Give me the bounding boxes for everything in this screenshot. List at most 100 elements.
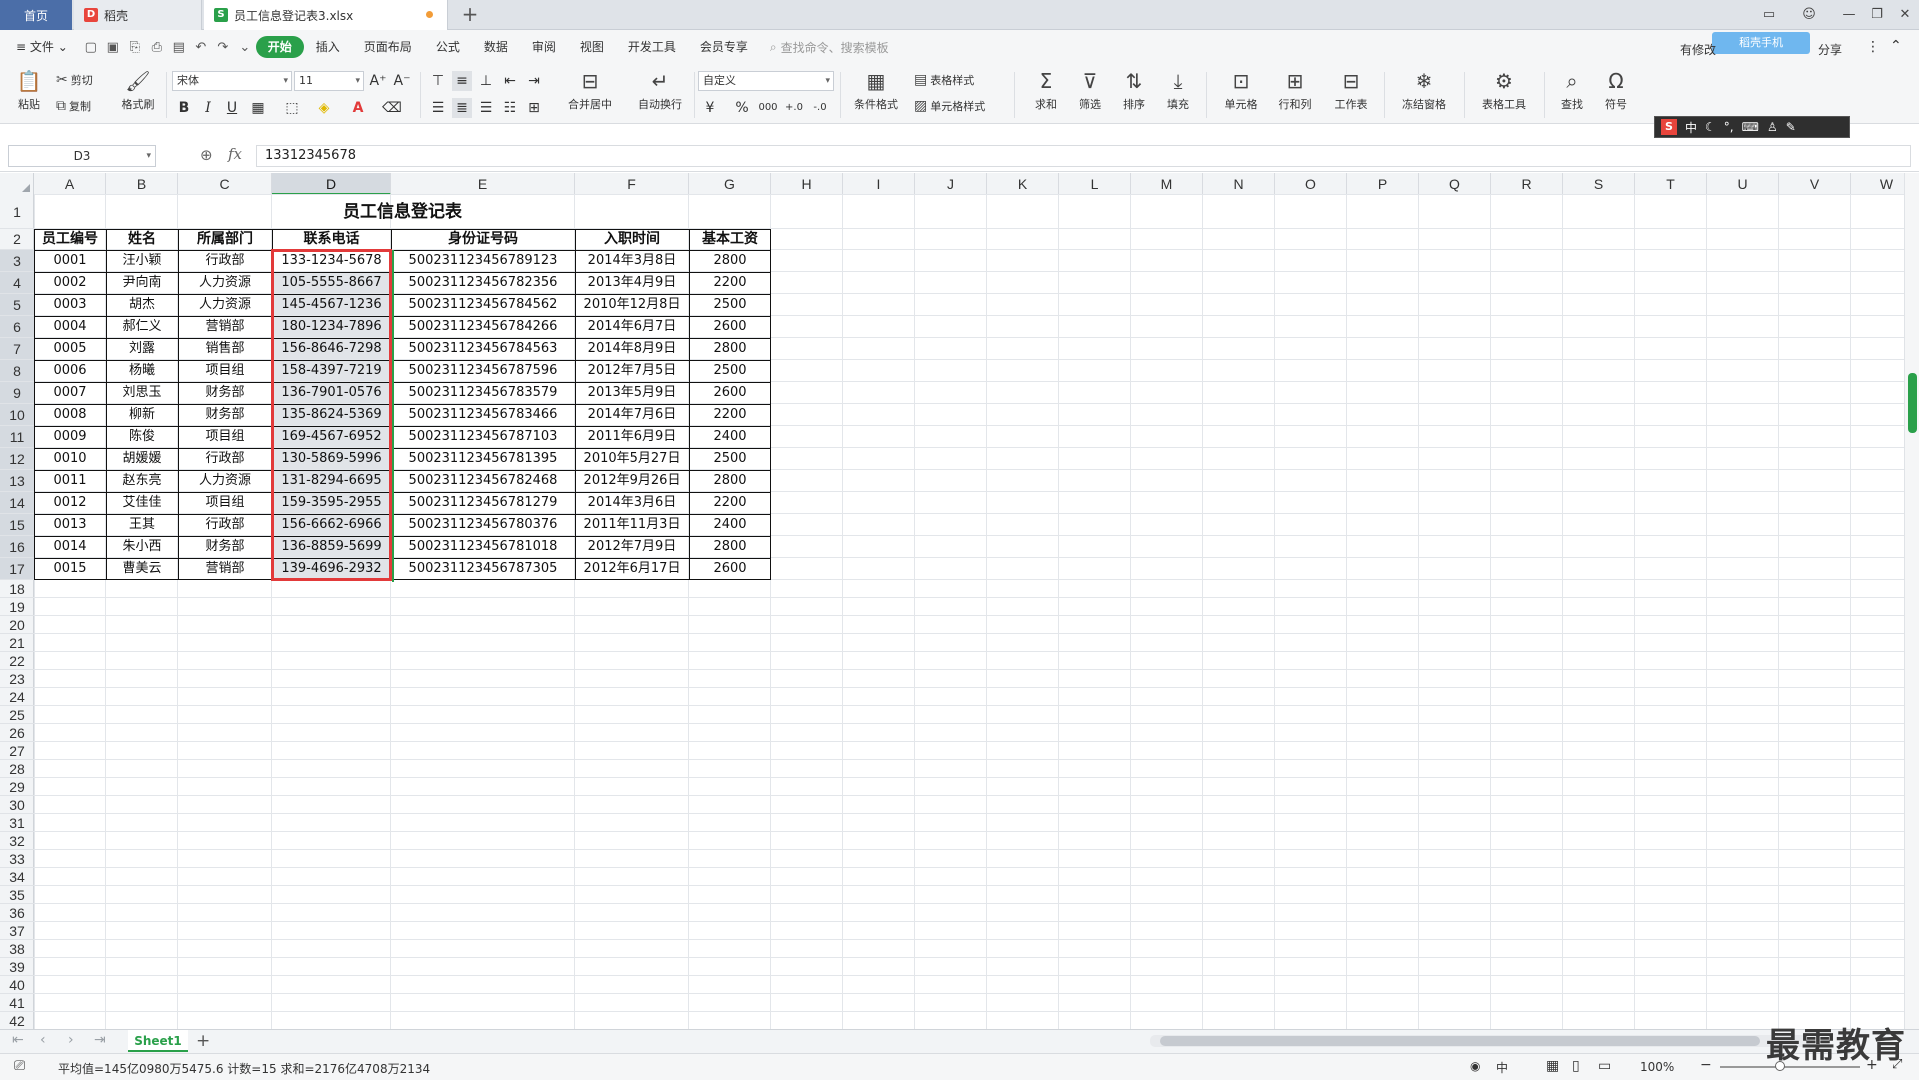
column-header-p[interactable]: P <box>1347 173 1419 195</box>
tab-home[interactable]: 首页 <box>0 0 72 30</box>
table-cell[interactable]: 2800 <box>689 536 771 558</box>
row-header-35[interactable]: 35 <box>0 886 34 904</box>
table-cell[interactable]: 0014 <box>34 536 106 558</box>
row-header-34[interactable]: 34 <box>0 868 34 886</box>
file-menu[interactable]: ≡ 文件 ⌄ <box>0 36 80 58</box>
table-cell[interactable]: 145-4567-1236 <box>272 294 391 316</box>
horizontal-scrollbar[interactable] <box>1150 1035 1810 1047</box>
table-cell[interactable]: 人力资源 <box>178 470 272 492</box>
table-cell[interactable]: 尹向南 <box>106 272 178 294</box>
table-cell[interactable]: 陈俊 <box>106 426 178 448</box>
table-cell[interactable]: 2500 <box>689 294 771 316</box>
save-icon[interactable]: ▣ <box>102 36 124 58</box>
table-cell[interactable]: 500231123456787596 <box>391 360 575 382</box>
row-header-5[interactable]: 5 <box>0 294 34 316</box>
table-cell[interactable]: 2012年7月9日 <box>575 536 689 558</box>
table-cell[interactable]: 0006 <box>34 360 106 382</box>
row-header-14[interactable]: 14 <box>0 492 34 514</box>
row-header-37[interactable]: 37 <box>0 922 34 940</box>
table-cell[interactable]: 财务部 <box>178 404 272 426</box>
bold-icon[interactable]: B <box>174 98 194 118</box>
table-cell[interactable]: 2014年3月6日 <box>575 492 689 514</box>
table-cell[interactable]: 营销部 <box>178 316 272 338</box>
table-cell[interactable]: 2600 <box>689 316 771 338</box>
table-cell[interactable]: 赵东亮 <box>106 470 178 492</box>
freeze-button[interactable]: ❄ 冻结窗格 <box>1394 68 1454 112</box>
table-cell[interactable]: 财务部 <box>178 536 272 558</box>
font-name-select[interactable]: 宋体 ▾ <box>172 71 292 91</box>
table-cell[interactable]: 500231123456783466 <box>391 404 575 426</box>
table-cell[interactable]: 159-3595-2955 <box>272 492 391 514</box>
formula-input[interactable]: 13312345678 <box>256 145 1911 167</box>
page-break-view-icon[interactable]: ▭ <box>1598 1058 1611 1074</box>
zoom-formula-icon[interactable]: ⊕ <box>200 146 213 164</box>
print-icon[interactable]: ⎙ <box>146 36 168 58</box>
table-cell[interactable]: 2200 <box>689 492 771 514</box>
table-cell[interactable]: 0003 <box>34 294 106 316</box>
table-cell[interactable]: 500231123456784562 <box>391 294 575 316</box>
table-cell[interactable]: 0009 <box>34 426 106 448</box>
column-header-l[interactable]: L <box>1059 173 1131 195</box>
status-ime[interactable]: 中 <box>1496 1059 1508 1076</box>
vertical-scroll-thumb[interactable] <box>1908 373 1917 433</box>
table-cell[interactable]: 0007 <box>34 382 106 404</box>
row-header-33[interactable]: 33 <box>0 850 34 868</box>
table-cell[interactable]: 131-8294-6695 <box>272 470 391 492</box>
table-cell[interactable]: 500231123456784563 <box>391 338 575 360</box>
row-header-12[interactable]: 12 <box>0 448 34 470</box>
undo-icon[interactable]: ↶ <box>190 36 212 58</box>
table-cell[interactable]: 180-1234-7896 <box>272 316 391 338</box>
column-header-cell[interactable]: 入职时间 <box>575 229 689 250</box>
table-cell[interactable]: 2500 <box>689 360 771 382</box>
number-format-select[interactable]: 自定义 ▾ <box>698 71 834 91</box>
row-header-3[interactable]: 3 <box>0 250 34 272</box>
spreadsheet-grid[interactable]: ABCDEFGHIJKLMNOPQRSTUVW 1 2 3 4 5 6 7 8 9 10 11 12 1… <box>0 173 1904 1029</box>
table-cell[interactable]: 0012 <box>34 492 106 514</box>
column-header-a[interactable]: A <box>34 173 106 195</box>
row-header-18[interactable]: 18 <box>0 580 34 598</box>
table-cell[interactable]: 2800 <box>689 470 771 492</box>
row-header-26[interactable]: 26 <box>0 724 34 742</box>
row-header-31[interactable]: 31 <box>0 814 34 832</box>
table-tools-button[interactable]: ⚙ 表格工具 <box>1472 68 1536 112</box>
row-header-13[interactable]: 13 <box>0 470 34 492</box>
table-cell[interactable]: 2012年7月5日 <box>575 360 689 382</box>
align-middle-icon[interactable]: ≡ <box>452 71 472 91</box>
paste-button[interactable]: 📋 粘贴 <box>12 68 46 112</box>
table-cell[interactable]: 刘露 <box>106 338 178 360</box>
tab-file[interactable]: S 员工信息登记表3.xlsx <box>204 0 448 30</box>
minimize-button[interactable]: — <box>1836 4 1862 26</box>
menu-item-page-layout[interactable]: 页面布局 <box>352 36 424 58</box>
add-sheet-button[interactable]: + <box>196 1031 210 1051</box>
cell-style-button[interactable]: ▨ 单元格样式 <box>914 98 985 114</box>
promo-badge[interactable]: 稻壳手机 <box>1712 32 1810 54</box>
table-cell[interactable]: 135-8624-5369 <box>272 404 391 426</box>
column-header-k[interactable]: K <box>987 173 1059 195</box>
table-cell[interactable]: 105-5555-8667 <box>272 272 391 294</box>
table-cell[interactable]: 艾佳佳 <box>106 492 178 514</box>
row-header-2[interactable]: 2 <box>0 229 34 250</box>
auto-wrap-button[interactable]: ↵ 自动换行 <box>632 68 688 112</box>
table-cell[interactable]: 500231123456781018 <box>391 536 575 558</box>
column-header-cell[interactable]: 身份证号码 <box>391 229 575 250</box>
column-header-cell[interactable]: 员工编号 <box>34 229 106 250</box>
align-bottom-icon[interactable]: ⊥ <box>476 71 496 91</box>
increase-font-icon[interactable]: A⁺ <box>368 71 388 91</box>
next-sheet-icon[interactable]: › <box>68 1032 74 1048</box>
page-layout-view-icon[interactable]: ▯ <box>1572 1058 1580 1074</box>
vertical-scrollbar[interactable] <box>1904 173 1919 1029</box>
table-cell[interactable]: 0005 <box>34 338 106 360</box>
row-header-36[interactable]: 36 <box>0 904 34 922</box>
row-header-39[interactable]: 39 <box>0 958 34 976</box>
column-header-v[interactable]: V <box>1779 173 1851 195</box>
sum-button[interactable]: Σ 求和 <box>1026 68 1066 112</box>
table-cell[interactable]: 2011年11月3日 <box>575 514 689 536</box>
indent-increase-icon[interactable]: ⇥ <box>524 71 544 91</box>
column-header-e[interactable]: E <box>391 173 575 195</box>
table-cell[interactable]: 2014年6月7日 <box>575 316 689 338</box>
table-cell[interactable]: 0013 <box>34 514 106 536</box>
italic-icon[interactable]: I <box>198 98 218 118</box>
has-changes[interactable]: 有修改 <box>1680 41 1716 58</box>
table-cell[interactable]: 500231123456784266 <box>391 316 575 338</box>
column-header-c[interactable]: C <box>178 173 272 195</box>
